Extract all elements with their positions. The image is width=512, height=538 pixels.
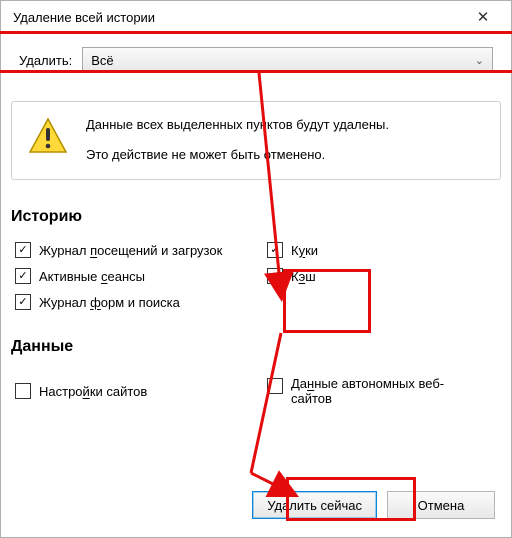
check-cache[interactable]: Кэш	[267, 268, 501, 284]
check-site-settings-label: Настройки сайтов	[39, 384, 147, 399]
check-offline-data[interactable]: Данные автономных веб-сайтов	[267, 376, 501, 406]
cancel-button[interactable]: Отмена	[387, 491, 495, 519]
history-checks: Журнал посещений и загрузок Куки Активны…	[15, 242, 501, 310]
checkbox-icon	[267, 378, 283, 394]
time-range-label: Удалить:	[19, 53, 72, 68]
time-range-row: Удалить: Всё ⌄	[11, 41, 501, 79]
delete-now-button[interactable]: Удалить сейчас	[252, 491, 377, 519]
check-cookies[interactable]: Куки	[267, 242, 501, 258]
check-visits-label: Журнал посещений и загрузок	[39, 243, 222, 258]
check-forms[interactable]: Журнал форм и поиска	[15, 294, 249, 310]
chevron-down-icon: ⌄	[475, 54, 484, 67]
warning-text: Данные всех выделенных пунктов будут уда…	[86, 116, 389, 163]
section-history-title: Историю	[11, 208, 501, 226]
dialog-window: Удаление всей истории ✕ Удалить: Всё ⌄ Д…	[0, 0, 512, 538]
check-sessions[interactable]: Активные сеансы	[15, 268, 249, 284]
dialog-body: Удалить: Всё ⌄ Данные всех выделенных пу…	[1, 33, 511, 537]
warning-line-2: Это действие не может быть отменено.	[86, 146, 389, 164]
checkbox-icon	[15, 268, 31, 284]
check-visits[interactable]: Журнал посещений и загрузок	[15, 242, 249, 258]
time-range-value: Всё	[91, 53, 113, 68]
button-row: Удалить сейчас Отмена	[11, 491, 501, 523]
check-sessions-label: Активные сеансы	[39, 269, 145, 284]
warning-icon	[28, 116, 68, 156]
check-cookies-label: Куки	[291, 243, 318, 258]
close-icon: ✕	[477, 8, 490, 26]
checkbox-icon	[15, 294, 31, 310]
checkbox-icon	[15, 383, 31, 399]
checkbox-icon	[15, 242, 31, 258]
check-site-settings[interactable]: Настройки сайтов	[15, 376, 249, 406]
check-offline-data-label: Данные автономных веб-сайтов	[291, 376, 471, 406]
close-button[interactable]: ✕	[463, 3, 503, 31]
section-data-title: Данные	[11, 338, 501, 356]
checkbox-icon	[267, 268, 283, 284]
time-range-combobox[interactable]: Всё ⌄	[82, 47, 493, 73]
titlebar: Удаление всей истории ✕	[1, 1, 511, 33]
check-cache-label: Кэш	[291, 269, 316, 284]
data-checks: Настройки сайтов Данные автономных веб-с…	[15, 376, 501, 406]
checkbox-icon	[267, 242, 283, 258]
check-forms-label: Журнал форм и поиска	[39, 295, 180, 310]
warning-line-1: Данные всех выделенных пунктов будут уда…	[86, 116, 389, 134]
window-title: Удаление всей истории	[13, 10, 155, 25]
warning-panel: Данные всех выделенных пунктов будут уда…	[11, 101, 501, 180]
